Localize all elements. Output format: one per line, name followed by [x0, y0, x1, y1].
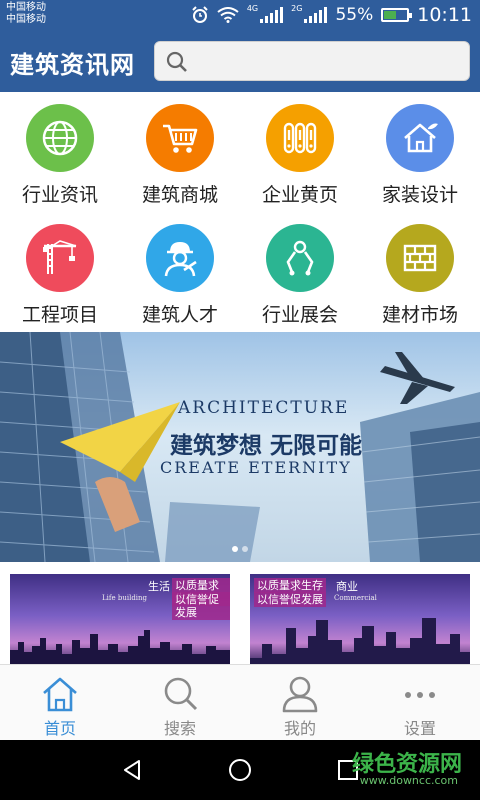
category-label: 建筑人才 — [141, 304, 218, 326]
carrier-2: 中国移动 — [6, 14, 46, 25]
tab-label: 首页 — [43, 719, 76, 738]
category-building-mall[interactable]: 建筑商城 — [120, 92, 240, 212]
search-icon — [164, 677, 198, 711]
ad-slogan-2: 以信誉促发展 — [172, 592, 230, 620]
category-label: 家装设计 — [381, 184, 458, 206]
pages-icon — [283, 122, 317, 154]
tab-profile[interactable]: 我的 — [240, 665, 360, 741]
cart-icon — [163, 124, 198, 153]
status-bar: 中国移动 中国移动 4G 2G 55% 10:11 — [0, 0, 480, 30]
category-grid: 行业资讯 建筑商城 企业黄页 家装设计 工程项目 建筑人才 行业展会 建材市场 — [0, 92, 480, 332]
category-home-design[interactable]: 家装设计 — [360, 92, 480, 212]
banner-headline-en: ARCHITECTURE — [178, 398, 350, 418]
tab-settings[interactable]: 设置 — [360, 665, 480, 741]
carrier-1: 中国移动 — [6, 2, 46, 13]
category-label: 行业资讯 — [21, 184, 98, 206]
bricks-icon — [403, 244, 437, 272]
signal-icon — [260, 7, 284, 23]
category-yellow-pages[interactable]: 企业黄页 — [240, 92, 360, 212]
ad-tag: 商业 — [336, 580, 358, 593]
banner-subline-en: CREATE ETERNITY — [160, 458, 352, 477]
category-icon-bg — [266, 104, 334, 172]
category-icon-bg — [386, 104, 454, 172]
category-icon-bg — [146, 224, 214, 292]
status-icons: 4G 2G 55% 10:11 — [191, 4, 472, 26]
category-icon-bg — [146, 104, 214, 172]
category-talent[interactable]: 建筑人才 — [120, 212, 240, 332]
battery-percent: 55% — [335, 5, 374, 25]
ad-slogan-1: 以质量求生存 — [254, 578, 326, 593]
network-type-2: 2G — [291, 4, 303, 13]
battery-icon — [381, 8, 413, 22]
search-box[interactable] — [154, 41, 470, 81]
user-icon — [282, 676, 318, 713]
category-label: 企业黄页 — [261, 184, 338, 206]
app-header: 建筑资讯网 — [0, 30, 480, 92]
more-icon — [405, 692, 435, 698]
ad-tag: 生活 — [148, 580, 170, 593]
app-title: 建筑资讯网 — [10, 51, 135, 79]
signal-icon — [304, 7, 328, 23]
tab-label: 搜索 — [163, 719, 196, 738]
city-skyline-image — [250, 618, 470, 666]
bottom-tab-bar: 首页 搜索 我的 设置 — [0, 664, 480, 740]
category-icon-bg — [386, 224, 454, 292]
meeting-icon — [286, 240, 314, 276]
category-icon-bg — [26, 224, 94, 292]
banner-headline-cn: 建筑梦想 无限可能 — [170, 433, 363, 459]
category-icon-bg — [266, 224, 334, 292]
ad-en: Life building — [102, 594, 148, 602]
watermark-url: www.downcc.com — [359, 774, 458, 787]
alarm-icon — [192, 6, 208, 23]
category-materials-market[interactable]: 建材市场 — [360, 212, 480, 332]
crane-icon — [43, 240, 77, 274]
banner-pager[interactable] — [232, 546, 248, 552]
house-icon — [404, 123, 438, 153]
promo-banner[interactable]: ARCHITECTURE 建筑梦想 无限可能 CREATE ETERNITY — [0, 332, 480, 562]
ad-life-building[interactable]: 生活 Life building 以质量求生存 以信誉促发展 — [10, 574, 230, 666]
category-label: 建材市场 — [381, 304, 458, 326]
search-icon — [166, 51, 187, 72]
carrier-info: 中国移动 中国移动 — [6, 2, 46, 26]
tab-label: 设置 — [403, 719, 436, 738]
category-projects[interactable]: 工程项目 — [0, 212, 120, 332]
category-label: 工程项目 — [21, 304, 98, 326]
clock: 10:11 — [417, 4, 472, 26]
category-label: 行业展会 — [261, 304, 338, 326]
category-label: 建筑商城 — [141, 184, 218, 206]
category-industry-news[interactable]: 行业资讯 — [0, 92, 120, 212]
home-button-icon[interactable] — [228, 758, 252, 782]
tab-search[interactable]: 搜索 — [120, 665, 240, 741]
ad-strip: 生活 Life building 以质量求生存 以信誉促发展 以质量求生存 以信… — [0, 562, 480, 666]
tab-home[interactable]: 首页 — [0, 665, 120, 741]
plane-icon — [380, 352, 455, 404]
wifi-icon — [217, 7, 239, 23]
city-skyline-image — [10, 630, 230, 666]
ad-commercial[interactable]: 以质量求生存 以信誉促发展 商业 Commercial — [250, 574, 470, 666]
category-icon-bg — [26, 104, 94, 172]
worker-icon — [164, 242, 197, 277]
category-exhibitions[interactable]: 行业展会 — [240, 212, 360, 332]
home-icon — [43, 677, 77, 712]
globe-icon — [42, 120, 78, 156]
system-nav-bar: 绿色资源网 www.downcc.com — [0, 740, 480, 800]
network-type-1: 4G — [246, 4, 259, 13]
tab-label: 我的 — [283, 719, 316, 738]
back-icon[interactable] — [120, 758, 144, 782]
